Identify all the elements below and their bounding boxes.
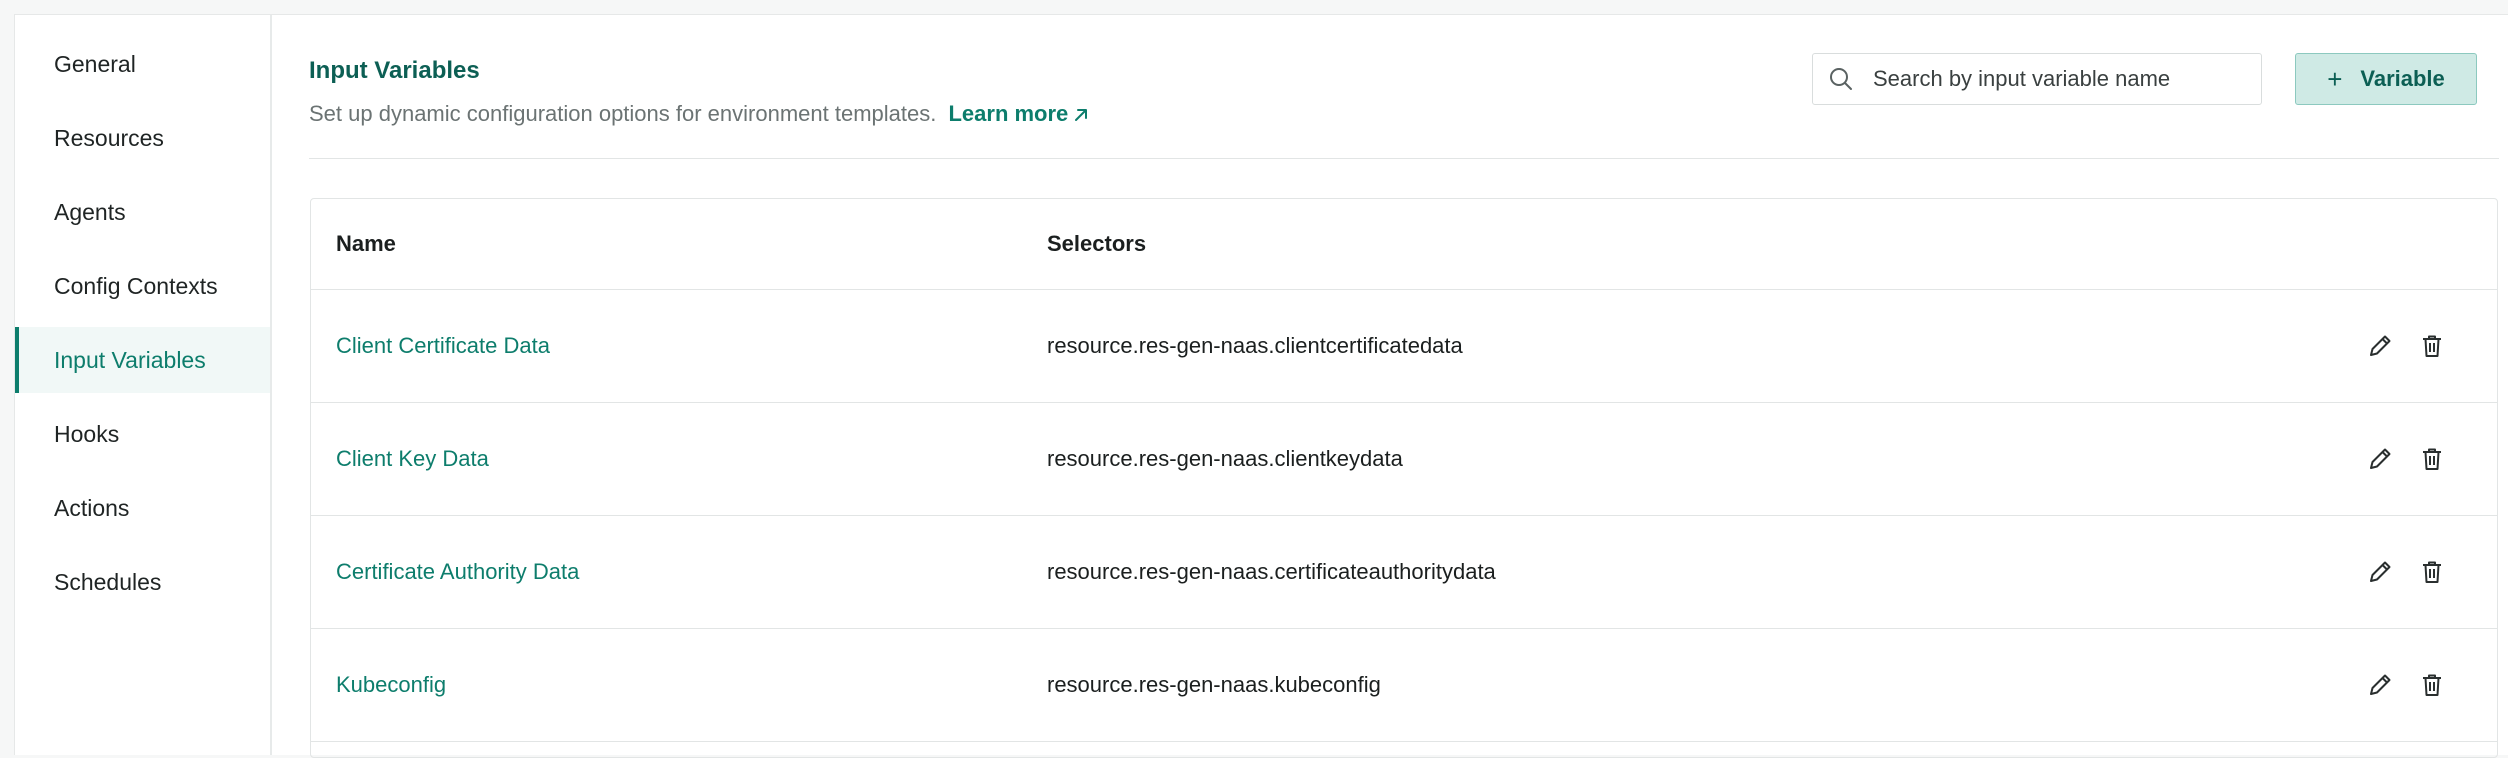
add-variable-button[interactable]: + Variable	[2295, 53, 2477, 105]
search-icon	[1830, 68, 1852, 90]
row-actions	[2365, 629, 2447, 741]
variable-name-link[interactable]: Client Key Data	[336, 446, 489, 472]
search-box[interactable]	[1812, 53, 2262, 105]
pencil-icon	[2370, 335, 2391, 356]
table-row: Kubeconfig resource.res-gen-naas.kubecon…	[311, 629, 2497, 742]
delete-button[interactable]	[2417, 557, 2447, 587]
table-row: Client Key Data resource.res-gen-naas.cl…	[311, 403, 2497, 516]
learn-more-link[interactable]: Learn more	[948, 101, 1090, 126]
column-header-selectors: Selectors	[1047, 231, 1147, 256]
page-title: Input Variables	[309, 57, 480, 84]
row-actions	[2365, 516, 2447, 628]
header-divider	[309, 158, 2499, 159]
row-name-cell: Certificate Authority Data	[336, 516, 579, 628]
row-selector-cell: resource.res-gen-naas.certificateauthori…	[1047, 559, 1496, 584]
app-frame: General Resources Agents Config Contexts…	[14, 14, 2508, 758]
table-header-row: Name Selectors	[311, 199, 2497, 290]
sidebar-item-config-contexts[interactable]: Config Contexts	[15, 253, 270, 319]
trash-icon	[2423, 561, 2441, 583]
delete-button[interactable]	[2417, 444, 2447, 474]
row-name-cell: Kubeconfig	[336, 629, 446, 741]
row-selector-cell: resource.res-gen-naas.clientcertificated…	[1047, 333, 1463, 358]
edit-button[interactable]	[2365, 670, 2395, 700]
row-name-cell: Client Certificate Data	[336, 290, 550, 402]
edit-button[interactable]	[2365, 557, 2395, 587]
search-input[interactable]	[1871, 65, 2255, 93]
plus-icon: +	[2327, 63, 2343, 94]
arrow-up-right-icon	[1075, 109, 1088, 121]
pencil-icon	[2370, 448, 2391, 469]
variable-name-link[interactable]: Client Certificate Data	[336, 333, 550, 359]
subtitle-text: Set up dynamic configuration options for…	[309, 101, 937, 126]
sidebar-item-actions[interactable]: Actions	[15, 475, 270, 541]
column-header-name: Name	[336, 231, 396, 256]
sidebar-item-hooks[interactable]: Hooks	[15, 401, 270, 467]
sidebar-item-general[interactable]: General	[15, 31, 270, 97]
main-content: Input Variables Set up dynamic configura…	[272, 15, 2508, 758]
row-name-cell: Client Key Data	[336, 403, 489, 515]
row-selector-cell: resource.res-gen-naas.clientkeydata	[1047, 446, 1403, 471]
delete-button[interactable]	[2417, 331, 2447, 361]
trash-icon	[2423, 335, 2441, 357]
table-row: Certificate Authority Data resource.res-…	[311, 516, 2497, 629]
trash-icon	[2423, 674, 2441, 696]
row-selector-cell: resource.res-gen-naas.kubeconfig	[1047, 672, 1381, 697]
delete-button[interactable]	[2417, 670, 2447, 700]
pencil-icon	[2370, 674, 2391, 695]
sidebar-item-resources[interactable]: Resources	[15, 105, 270, 171]
trash-icon	[2423, 448, 2441, 470]
sidebar-item-input-variables[interactable]: Input Variables	[15, 327, 270, 393]
row-actions	[2365, 290, 2447, 402]
sidebar: General Resources Agents Config Contexts…	[15, 15, 272, 755]
pencil-icon	[2370, 561, 2391, 582]
edit-button[interactable]	[2365, 444, 2395, 474]
sidebar-item-agents[interactable]: Agents	[15, 179, 270, 245]
table-row: Client Certificate Data resource.res-gen…	[311, 290, 2497, 403]
page-subtitle: Set up dynamic configuration options for…	[309, 101, 1090, 127]
row-actions	[2365, 403, 2447, 515]
variable-name-link[interactable]: Kubeconfig	[336, 672, 446, 698]
sidebar-item-schedules[interactable]: Schedules	[15, 549, 270, 615]
variable-name-link[interactable]: Certificate Authority Data	[336, 559, 579, 585]
input-variables-table: Name Selectors Client Certificate Data r…	[310, 198, 2498, 758]
learn-more-label: Learn more	[948, 101, 1069, 126]
edit-button[interactable]	[2365, 331, 2395, 361]
add-variable-label: Variable	[2360, 66, 2445, 91]
